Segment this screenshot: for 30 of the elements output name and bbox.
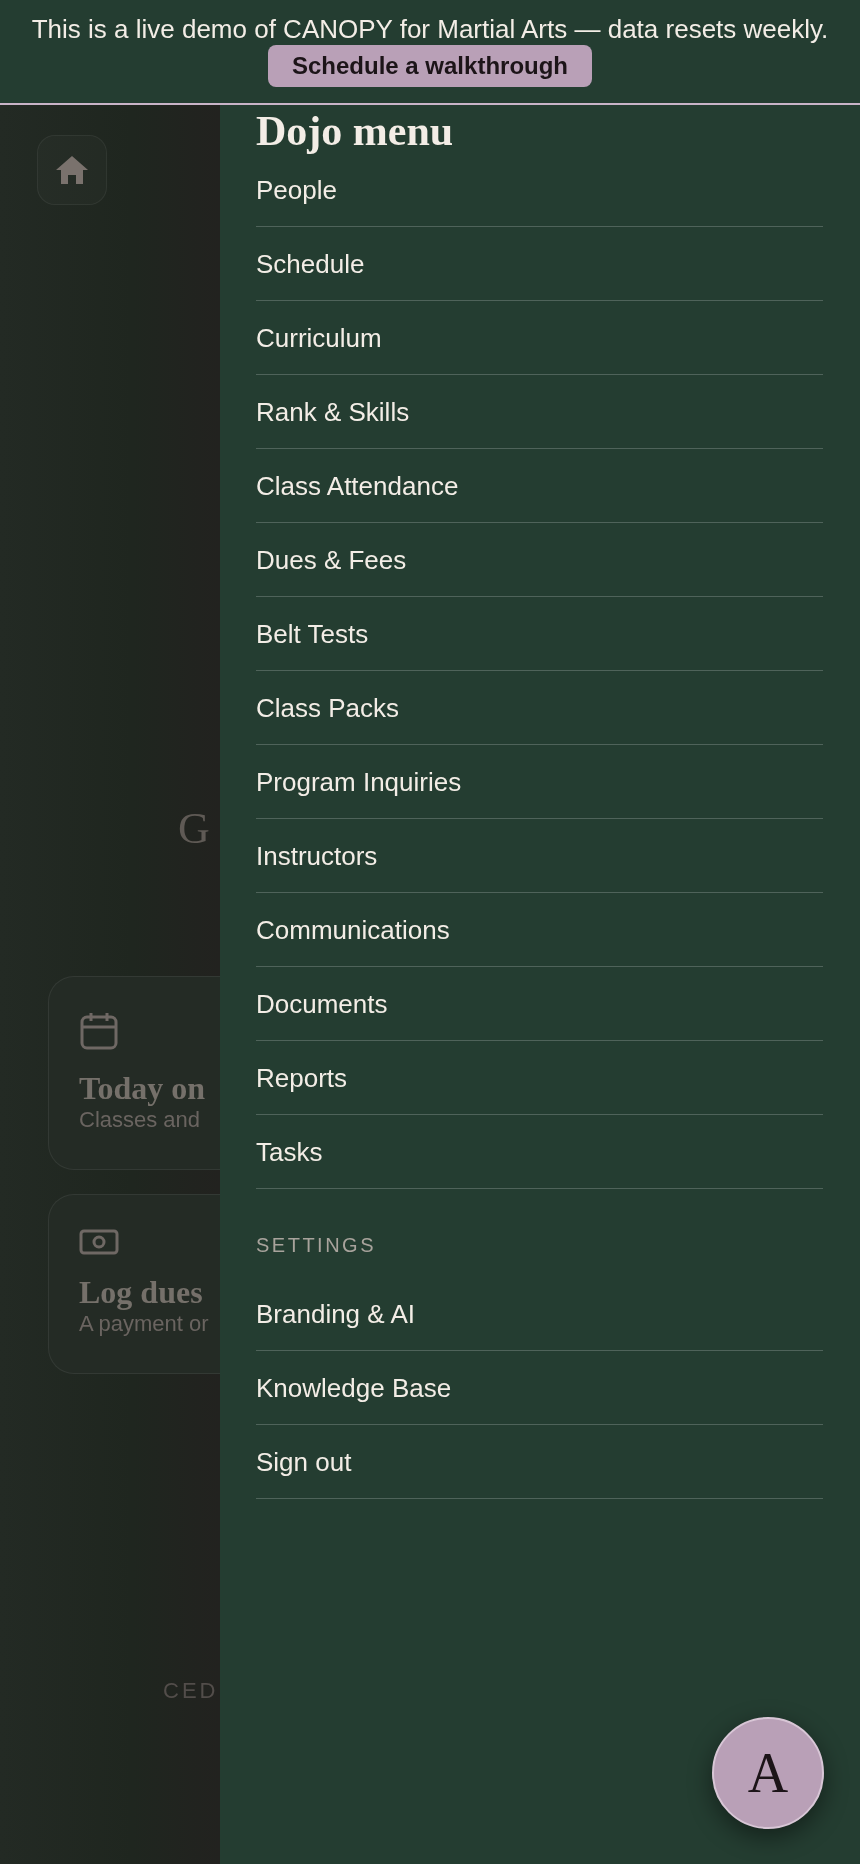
home-icon bbox=[55, 155, 89, 185]
menu-item[interactable]: Branding & AI bbox=[256, 1277, 823, 1351]
menu-item[interactable]: Class Packs bbox=[256, 671, 823, 745]
card-title: Log dues bbox=[79, 1274, 204, 1310]
card-subtitle: Classes and bbox=[79, 1106, 202, 1135]
page-heading: G bbox=[178, 807, 211, 851]
calendar-icon bbox=[79, 1011, 119, 1051]
menu-item[interactable]: Documents bbox=[256, 967, 823, 1041]
walkthrough-button[interactable]: Schedule a walkthrough bbox=[267, 45, 592, 87]
menu-item[interactable]: Class Attendance bbox=[256, 449, 823, 523]
menu-item[interactable]: Communications bbox=[256, 893, 823, 967]
menu-item[interactable]: Tasks bbox=[256, 1115, 823, 1189]
menu-item[interactable]: People bbox=[256, 153, 823, 227]
menu-item[interactable]: Dues & Fees bbox=[256, 523, 823, 597]
card-subtitle: A payment or bbox=[79, 1310, 210, 1338]
menu-item[interactable]: Sign out bbox=[256, 1425, 823, 1499]
home-button[interactable] bbox=[37, 135, 107, 205]
menu-item[interactable]: Reports bbox=[256, 1041, 823, 1115]
menu-item[interactable]: Knowledge Base bbox=[256, 1351, 823, 1425]
banner-message: This is a live demo of CANOPY for Martial Arts — data resets weekly. bbox=[30, 13, 830, 45]
menu-item[interactable]: Schedule bbox=[256, 227, 823, 301]
cash-icon bbox=[79, 1228, 119, 1255]
menu-item[interactable]: Belt Tests bbox=[256, 597, 823, 671]
menu-item[interactable]: Rank & Skills bbox=[256, 375, 823, 449]
menu-item[interactable]: Curriculum bbox=[256, 301, 823, 375]
card-title: Today on bbox=[79, 1071, 206, 1107]
drawer-title: Dojo menu bbox=[256, 110, 455, 152]
menu-item[interactable]: Instructors bbox=[256, 819, 823, 893]
section-label: SETTINGS bbox=[256, 1234, 377, 1256]
menu-item[interactable]: Program Inquiries bbox=[256, 745, 823, 819]
